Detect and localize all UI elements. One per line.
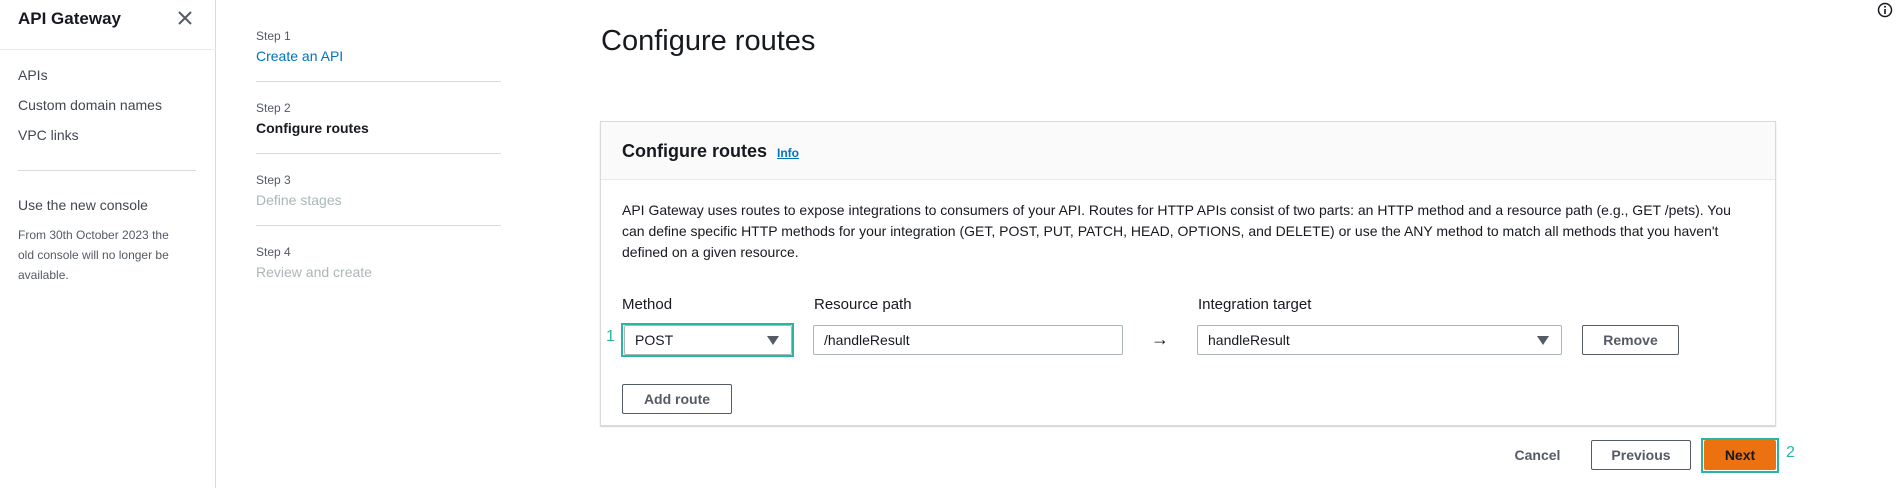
panel-description: API Gateway uses routes to expose integr… xyxy=(622,202,1731,260)
integration-target-select[interactable]: handleResult xyxy=(1197,325,1562,355)
resource-path-label: Resource path xyxy=(814,296,912,313)
step-review-and-create: Review and create xyxy=(256,264,372,280)
info-link[interactable]: Info xyxy=(777,146,799,160)
caret-down-icon xyxy=(767,336,779,345)
step-divider xyxy=(256,81,501,82)
method-select-value: POST xyxy=(635,332,674,348)
nav-link-vpc-links[interactable]: VPC links xyxy=(18,127,79,143)
nav-link-apis[interactable]: APIs xyxy=(18,67,48,83)
close-icon[interactable] xyxy=(175,8,195,28)
panel-header: Configure routes Info xyxy=(601,122,1775,180)
annotation-label-1: 1 xyxy=(606,328,615,345)
info-circle-icon[interactable] xyxy=(1877,2,1893,18)
nav-link-custom-domain-names[interactable]: Custom domain names xyxy=(18,97,162,113)
annotation-label-2: 2 xyxy=(1786,444,1795,461)
cancel-button[interactable]: Cancel xyxy=(1505,440,1570,470)
method-select[interactable]: POST xyxy=(624,325,792,355)
step-number: Step 1 xyxy=(256,29,291,43)
route-arrow: → xyxy=(1151,329,1169,349)
step-divider xyxy=(256,153,501,154)
caret-down-icon xyxy=(1537,336,1549,345)
add-route-button[interactable]: Add route xyxy=(622,384,732,414)
next-button[interactable]: Next xyxy=(1704,440,1776,470)
integration-target-label: Integration target xyxy=(1198,296,1312,313)
service-title[interactable]: API Gateway xyxy=(18,9,121,29)
method-label: Method xyxy=(622,296,673,313)
integration-target-value: handleResult xyxy=(1208,332,1290,348)
step-define-stages: Define stages xyxy=(256,192,342,208)
side-navigation-header: API Gateway xyxy=(0,0,216,50)
step-number: Step 4 xyxy=(256,245,291,259)
wizard-step-4: Step 4 Review and create xyxy=(256,245,501,280)
wizard-step-1: Step 1 Create an API xyxy=(256,29,501,64)
new-console-title: Use the new console xyxy=(18,197,148,213)
panel-title: Configure routes xyxy=(622,141,768,161)
step-divider xyxy=(256,225,501,226)
remove-route-button[interactable]: Remove xyxy=(1582,325,1679,355)
configure-routes-panel: Configure routes Info API Gateway uses r… xyxy=(600,121,1776,426)
wizard-step-3: Step 3 Define stages xyxy=(256,173,501,208)
nav-divider xyxy=(18,170,196,171)
step-current-configure-routes: Configure routes xyxy=(256,120,369,136)
page-title: Configure routes xyxy=(601,25,816,57)
previous-button[interactable]: Previous xyxy=(1591,440,1691,470)
step-link-create-api[interactable]: Create an API xyxy=(256,48,501,64)
new-console-notice: From 30th October 2023 the old console w… xyxy=(18,228,169,282)
side-navigation: API Gateway APIs Custom domain names VPC… xyxy=(0,0,216,488)
resource-path-input[interactable] xyxy=(813,325,1123,355)
wizard-step-2: Step 2 Configure routes xyxy=(256,101,501,136)
step-number: Step 3 xyxy=(256,173,291,187)
step-number: Step 2 xyxy=(256,101,291,115)
